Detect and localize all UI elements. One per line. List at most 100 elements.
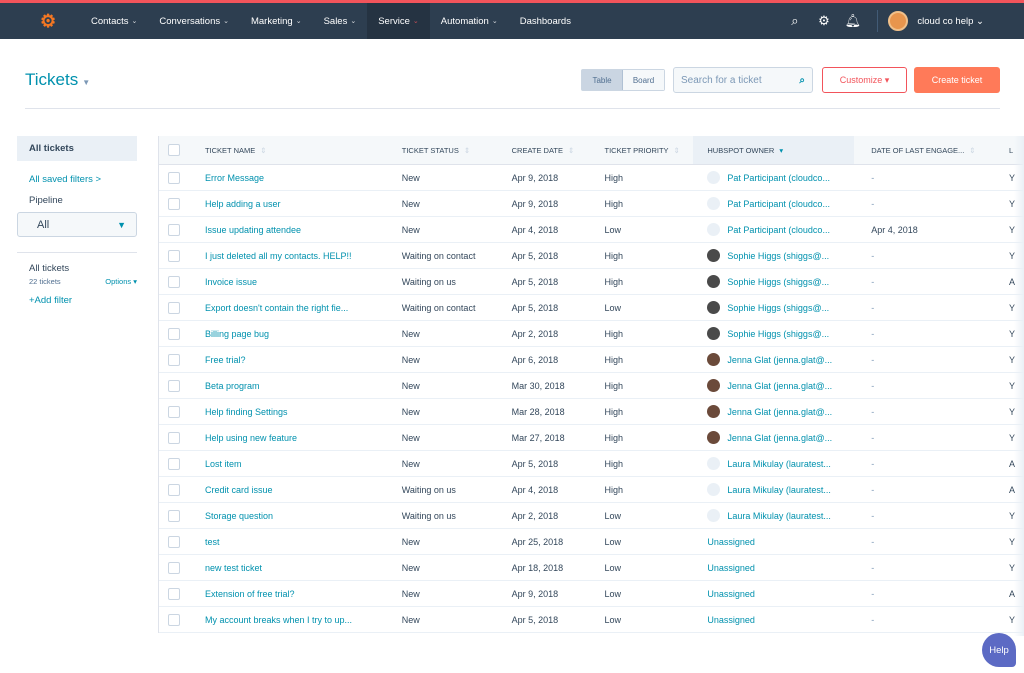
- ticket-name[interactable]: Extension of free trial?: [205, 589, 295, 599]
- row-checkbox[interactable]: [168, 275, 180, 288]
- row-checkbox[interactable]: [168, 509, 180, 522]
- ticket-name[interactable]: Help adding a user: [205, 199, 281, 209]
- table-row[interactable]: Help using new feature New Mar 27, 2018 Hig…: [159, 425, 1024, 451]
- nav-item-automation[interactable]: Automation ⌄: [430, 3, 509, 39]
- hubspot-owner[interactable]: Sophie Higgs (shiggs@...: [727, 303, 829, 313]
- ticket-name[interactable]: Beta program: [205, 381, 260, 391]
- table-row[interactable]: Beta program New Mar 30, 2018 High Jenna Gla…: [159, 373, 1024, 399]
- column-header[interactable]: CREATE DATE ⇕: [501, 136, 594, 164]
- table-row[interactable]: Lost item New Apr 5, 2018 High Laura Mikulay…: [159, 451, 1024, 477]
- options-button[interactable]: Options ▾: [105, 277, 137, 286]
- select-all-checkbox[interactable]: [168, 144, 180, 156]
- ticket-name[interactable]: Export doesn't contain the right fie...: [205, 303, 348, 313]
- nav-item-contacts[interactable]: Contacts ⌄: [80, 3, 148, 39]
- hubspot-owner[interactable]: Jenna Glat (jenna.glat@...: [727, 407, 832, 417]
- ticket-name[interactable]: Issue updating attendee: [205, 225, 301, 235]
- table-row[interactable]: Credit card issue Waiting on us Apr 4, 201…: [159, 477, 1024, 503]
- ticket-name[interactable]: I just deleted all my contacts. HELP!!: [205, 251, 352, 261]
- help-button[interactable]: Help: [982, 633, 1016, 667]
- row-checkbox[interactable]: [168, 561, 180, 574]
- table-row[interactable]: Free trial? New Apr 6, 2018 High Jenna Glat …: [159, 347, 1024, 373]
- table-row[interactable]: new test ticket New Apr 18, 2018 Low Unassig…: [159, 555, 1024, 581]
- hubspot-owner[interactable]: Jenna Glat (jenna.glat@...: [727, 355, 832, 365]
- table-row[interactable]: Issue updating attendee New Apr 4, 2018 Low…: [159, 217, 1024, 243]
- ticket-name[interactable]: Lost item: [205, 459, 242, 469]
- hubspot-owner[interactable]: Unassigned: [707, 537, 755, 547]
- table-row[interactable]: Error Message New Apr 9, 2018 High Pat Parti…: [159, 165, 1024, 191]
- row-checkbox[interactable]: [168, 197, 180, 210]
- table-row[interactable]: Help finding Settings New Mar 28, 2018 High…: [159, 399, 1024, 425]
- sort-icon[interactable]: ⇕: [260, 146, 266, 155]
- row-checkbox[interactable]: [168, 301, 180, 314]
- add-filter-button[interactable]: +Add filter: [29, 295, 137, 306]
- hubspot-owner[interactable]: Laura Mikulay (lauratest...: [727, 511, 831, 521]
- column-header[interactable]: TICKET PRIORITY ⇕: [594, 136, 694, 164]
- page-title[interactable]: Tickets ▼: [25, 70, 90, 90]
- row-checkbox[interactable]: [168, 327, 180, 340]
- ticket-name[interactable]: Help using new feature: [205, 433, 297, 443]
- column-header[interactable]: DATE OF LAST ENGAGE... ⇕: [854, 136, 998, 164]
- hubspot-owner[interactable]: Unassigned: [707, 615, 755, 625]
- table-row[interactable]: Billing page bug New Apr 2, 2018 High Sophie…: [159, 321, 1024, 347]
- row-checkbox[interactable]: [168, 379, 180, 392]
- row-checkbox[interactable]: [168, 587, 180, 600]
- ticket-name[interactable]: Error Message: [205, 173, 264, 183]
- table-row[interactable]: My account breaks when I try to up... New…: [159, 607, 1024, 633]
- hubspot-owner[interactable]: Sophie Higgs (shiggs@...: [727, 251, 829, 261]
- table-row[interactable]: Storage question Waiting on us Apr 2, 2018…: [159, 503, 1024, 529]
- hubspot-owner[interactable]: Pat Participant (cloudco...: [727, 199, 830, 209]
- ticket-name[interactable]: test: [205, 537, 220, 547]
- hubspot-logo-icon[interactable]: ⚙: [40, 11, 62, 32]
- hubspot-owner[interactable]: Pat Participant (cloudco...: [727, 225, 830, 235]
- search-icon[interactable]: ⌕: [780, 13, 809, 29]
- search-input[interactable]: Search for a ticket ⌕: [673, 67, 813, 93]
- hubspot-owner[interactable]: Jenna Glat (jenna.glat@...: [727, 381, 832, 391]
- ticket-name[interactable]: Help finding Settings: [205, 407, 288, 417]
- ticket-name[interactable]: new test ticket: [205, 563, 262, 573]
- table-row[interactable]: test New Apr 25, 2018 Low Unassigned - Y: [159, 529, 1024, 555]
- hubspot-owner[interactable]: Sophie Higgs (shiggs@...: [727, 329, 829, 339]
- column-header[interactable]: TICKET STATUS ⇕: [391, 136, 501, 164]
- sort-icon[interactable]: ⇕: [674, 146, 680, 155]
- saved-filters-link[interactable]: All saved filters >: [29, 174, 137, 185]
- hubspot-owner[interactable]: Laura Mikulay (lauratest...: [727, 459, 831, 469]
- nav-item-dashboards[interactable]: Dashboards: [509, 3, 582, 39]
- row-checkbox[interactable]: [168, 613, 180, 626]
- ticket-name[interactable]: Billing page bug: [205, 329, 269, 339]
- column-header[interactable]: HUBSPOT OWNER ▾: [693, 136, 855, 164]
- hubspot-owner[interactable]: Unassigned: [707, 589, 755, 599]
- hubspot-owner[interactable]: Laura Mikulay (lauratest...: [727, 485, 831, 495]
- sort-icon[interactable]: ⇕: [568, 146, 574, 155]
- ticket-name[interactable]: Credit card issue: [205, 485, 273, 495]
- table-row[interactable]: Extension of free trial? New Apr 9, 2018 Lo…: [159, 581, 1024, 607]
- table-row[interactable]: Invoice issue Waiting on us Apr 5, 2018 Hig…: [159, 269, 1024, 295]
- sort-desc-icon[interactable]: ▾: [779, 146, 783, 155]
- nav-item-marketing[interactable]: Marketing ⌄: [240, 3, 313, 39]
- sidebar-all-tickets[interactable]: All tickets: [17, 136, 137, 161]
- row-checkbox[interactable]: [168, 249, 180, 262]
- bell-icon[interactable]: 🔔︎: [838, 13, 867, 29]
- row-checkbox[interactable]: [168, 457, 180, 470]
- row-checkbox[interactable]: [168, 223, 180, 236]
- table-row[interactable]: Export doesn't contain the right fie... W…: [159, 295, 1024, 321]
- nav-item-service[interactable]: Service ⌄: [367, 3, 430, 39]
- nav-item-sales[interactable]: Sales ⌄: [313, 3, 368, 39]
- hubspot-owner[interactable]: Unassigned: [707, 563, 755, 573]
- table-row[interactable]: Help adding a user New Apr 9, 2018 High Pat …: [159, 191, 1024, 217]
- hubspot-owner[interactable]: Sophie Higgs (shiggs@...: [727, 277, 829, 287]
- table-view-button[interactable]: Table: [582, 70, 623, 90]
- row-checkbox[interactable]: [168, 535, 180, 548]
- create-ticket-button[interactable]: Create ticket: [914, 67, 1000, 93]
- sort-icon[interactable]: ⇕: [969, 146, 975, 155]
- row-checkbox[interactable]: [168, 483, 180, 496]
- search-icon[interactable]: ⌕: [799, 75, 805, 86]
- nav-item-conversations[interactable]: Conversations ⌄: [148, 3, 240, 39]
- row-checkbox[interactable]: [168, 431, 180, 444]
- column-header[interactable]: TICKET NAME ⇕: [194, 136, 391, 164]
- row-checkbox[interactable]: [168, 171, 180, 184]
- row-checkbox[interactable]: [168, 405, 180, 418]
- row-checkbox[interactable]: [168, 353, 180, 366]
- table-row[interactable]: I just deleted all my contacts. HELP!! Wa…: [159, 243, 1024, 269]
- ticket-name[interactable]: Invoice issue: [205, 277, 257, 287]
- ticket-name[interactable]: My account breaks when I try to up...: [205, 615, 352, 625]
